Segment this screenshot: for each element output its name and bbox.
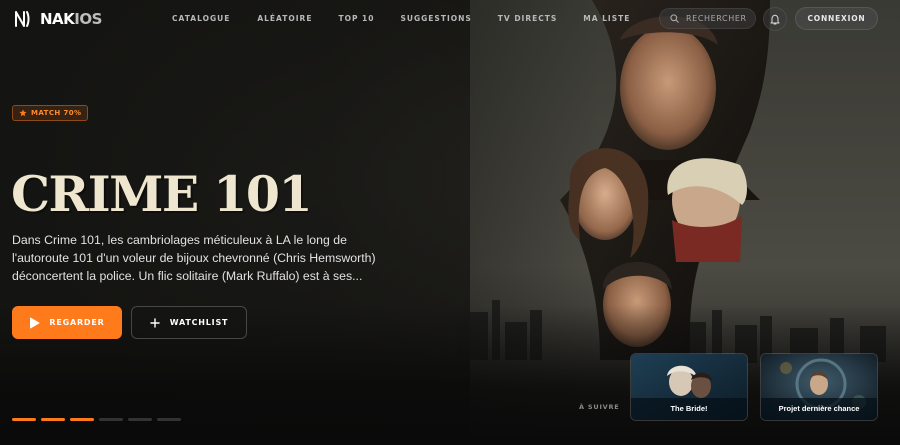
slide-dot[interactable] (70, 418, 94, 421)
nav-aleatoire[interactable]: ALÉATOIRE (257, 14, 312, 23)
up-next-card-the-bride[interactable]: The Bride! (630, 353, 748, 421)
slide-dot[interactable] (41, 418, 65, 421)
login-button[interactable]: CONNEXION (795, 7, 878, 30)
slide-dot[interactable] (99, 418, 123, 421)
main-menu: CATALOGUE ALÉATOIRE TOP 10 SUGGESTIONS T… (172, 14, 630, 23)
watchlist-button[interactable]: WATCHLIST (131, 306, 247, 339)
card-title: Projet dernière chance (778, 404, 860, 413)
match-badge: MATCH 70% (12, 105, 89, 121)
logo-mark-icon (15, 11, 30, 27)
slide-dot[interactable] (157, 418, 181, 421)
plus-icon (150, 317, 160, 328)
watch-button-label: REGARDER (49, 318, 105, 327)
star-icon (19, 109, 27, 117)
nav-ma-liste[interactable]: MA LISTE (583, 14, 630, 23)
slide-dot[interactable] (12, 418, 36, 421)
hero-title: CRIME 101 (11, 165, 313, 223)
nav-catalogue[interactable]: CATALOGUE (172, 14, 230, 23)
watchlist-button-label: WATCHLIST (169, 318, 229, 327)
bell-icon (770, 14, 780, 24)
slide-dot[interactable] (128, 418, 152, 421)
nav-tv-directs[interactable]: TV DIRECTS (498, 14, 557, 23)
slide-indicator (12, 418, 181, 421)
search-icon (670, 14, 679, 23)
up-next-label: À SUIVRE (579, 403, 620, 411)
watch-button[interactable]: REGARDER (12, 306, 122, 339)
brand-name: NAKIOS (40, 10, 102, 28)
brand-logo[interactable]: NAKIOS (14, 10, 102, 28)
up-next-card-projet-derniere-chance[interactable]: Projet dernière chance (760, 353, 878, 421)
match-label: MATCH 70% (31, 109, 82, 117)
card-title: The Bride! (670, 404, 708, 413)
hero-description: Dans Crime 101, les cambriolages méticul… (12, 233, 376, 283)
nav-top-10[interactable]: TOP 10 (338, 14, 374, 23)
play-icon (30, 317, 40, 328)
search-label: RECHERCHER (686, 14, 747, 23)
notifications-button[interactable] (763, 7, 787, 31)
search-button[interactable]: RECHERCHER (659, 8, 756, 29)
nav-suggestions[interactable]: SUGGESTIONS (401, 14, 472, 23)
